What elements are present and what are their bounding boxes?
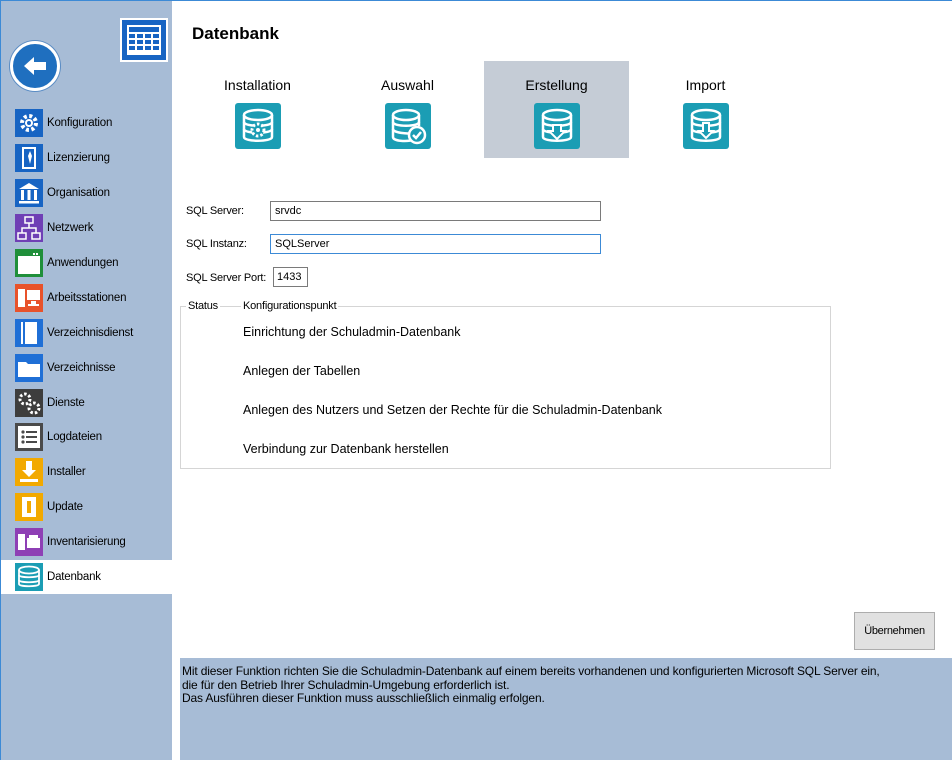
sidebar: Konfiguration Lizenzierung Organisation … [1,1,172,760]
config-point-column-header: Konfigurationspunkt [241,300,339,312]
tab-label: Erstellung [525,77,588,93]
sidebar-item-label: Netzwerk [47,222,94,235]
info-panel: Mit dieser Funktion richten Sie die Schu… [180,658,952,760]
database-create-icon [534,103,580,149]
sidebar-item-verzeichnisdienst[interactable]: Verzeichnisdienst [1,315,172,350]
tab-auswahl[interactable]: Auswahl [335,61,480,158]
database-check-icon [385,103,431,149]
sidebar-item-konfiguration[interactable]: Konfiguration [1,106,172,141]
sidebar-item-netzwerk[interactable]: Netzwerk [1,211,172,246]
info-text-line: Mit dieser Funktion richten Sie die Schu… [182,664,880,678]
config-step-item: Verbindung zur Datenbank herstellen [243,442,449,456]
config-step-item: Einrichtung der Schuladmin-Datenbank [243,325,461,339]
calendar-grid-icon [120,18,168,62]
license-icon [14,143,44,173]
sidebar-item-label: Verzeichnisdienst [47,326,134,339]
sidebar-item-verzeichnisse[interactable]: Verzeichnisse [1,350,172,385]
tab-import[interactable]: Import [633,61,778,158]
directory-book-icon [14,318,44,348]
back-button[interactable] [10,41,60,91]
sidebar-item-datenbank[interactable]: Datenbank [1,559,172,595]
status-column-header: Status [186,300,220,312]
sidebar-item-dienste[interactable]: Dienste [1,385,172,420]
sidebar-item-update[interactable]: Update [1,490,172,525]
sidebar-item-label: Organisation [47,187,110,200]
sidebar-item-label: Verzeichnisse [47,361,116,374]
config-step-item: Anlegen der Tabellen [243,364,361,378]
sidebar-item-arbeitsstationen[interactable]: Arbeitsstationen [1,280,172,315]
tab-erstellung[interactable]: Erstellung [484,61,629,158]
sidebar-item-label: Anwendungen [47,257,119,269]
apply-button[interactable]: Übernehmen [854,612,935,650]
installer-download-icon [14,457,44,487]
sql-instance-label: SQL Instanz: [186,238,247,250]
sidebar-item-anwendungen[interactable]: Anwendungen [1,246,172,281]
sidebar-item-logdateien[interactable]: Logdateien [1,420,172,455]
services-gears-icon [14,388,44,418]
sql-port-input[interactable] [273,267,308,287]
page-title: Datenbank [192,24,279,43]
tab-label: Installation [224,77,291,93]
sidebar-item-inventarisierung[interactable]: Inventarisierung [1,525,172,560]
sidebar-item-label: Dienste [47,396,85,409]
sidebar-item-label: Inventarisierung [47,536,126,549]
database-gear-icon [235,103,281,149]
tab-label: Auswahl [381,77,434,93]
sidebar-item-label: Installer [47,466,86,479]
sql-port-label: SQL Server Port: [186,272,267,284]
sidebar-item-lizenzierung[interactable]: Lizenzierung [1,141,172,176]
application-window-icon [14,248,44,278]
gear-icon [14,108,44,138]
workstation-icon [14,283,44,313]
sidebar-item-label: Arbeitsstationen [47,291,127,304]
folder-icon [14,353,44,383]
sidebar-item-label: Lizenzierung [47,152,110,165]
database-icon [14,562,44,592]
log-list-icon [14,422,44,452]
tab-label: Import [685,77,726,93]
database-import-icon [683,103,729,149]
info-text-line: die für den Betrieb Ihrer Schuladmin-Umg… [182,677,510,692]
info-text-line: Das Ausführen dieser Funktion muss aussc… [182,691,545,705]
inventory-icon [14,527,44,557]
sidebar-item-label: Update [47,501,83,514]
sql-instance-input[interactable] [270,234,601,254]
sidebar-item-label: Logdateien [47,431,102,444]
back-arrow-icon [24,57,46,75]
network-icon [14,213,44,243]
sidebar-item-label: Datenbank [47,571,101,584]
sidebar-item-organisation[interactable]: Organisation [1,176,172,211]
sql-server-input[interactable] [270,201,601,221]
update-icon [14,492,44,522]
sidebar-nav: Konfiguration Lizenzierung Organisation … [1,106,172,595]
tab-installation[interactable]: Installation [185,61,330,158]
config-step-item: Anlegen des Nutzers und Setzen der Recht… [243,403,663,417]
sql-server-label: SQL Server: [186,205,244,217]
building-icon [14,178,44,208]
sidebar-item-installer[interactable]: Installer [1,455,172,490]
sidebar-item-label: Konfiguration [47,117,113,130]
